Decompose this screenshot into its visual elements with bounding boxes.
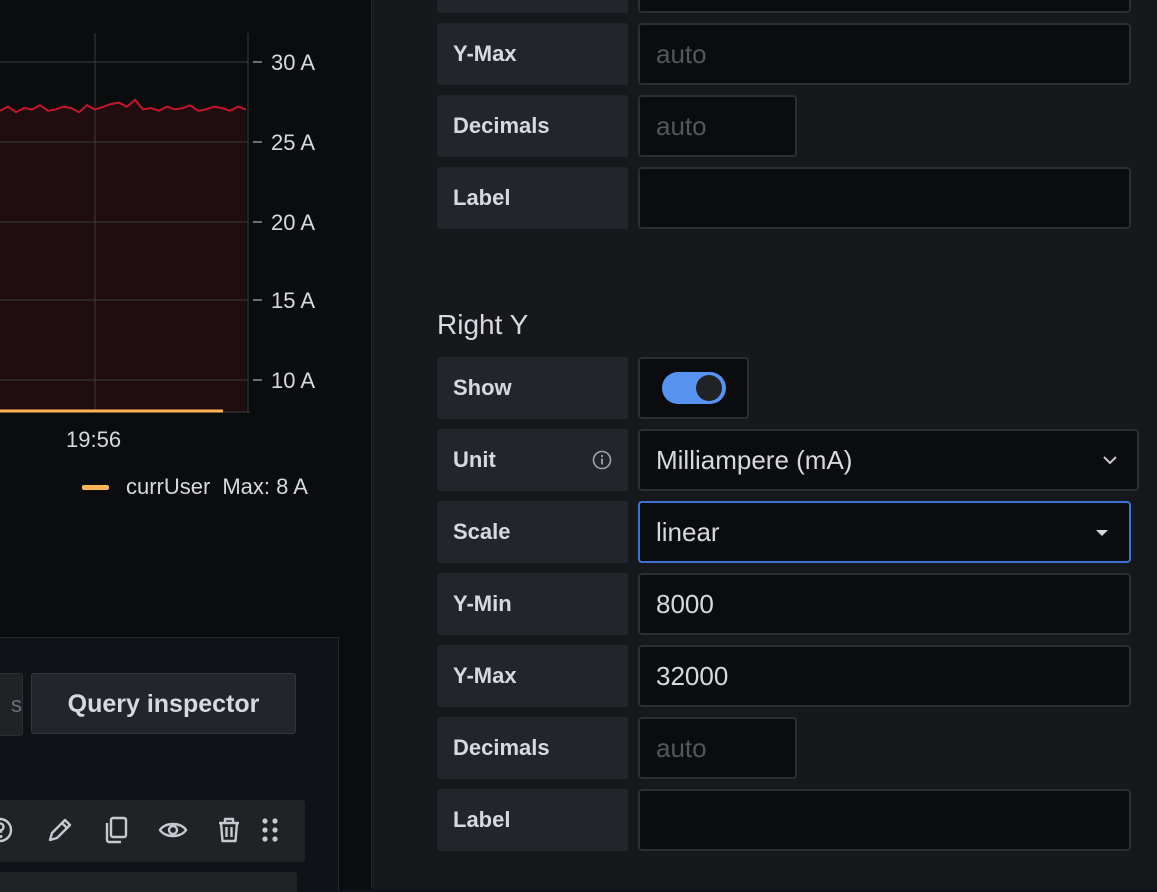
options-pane: Y-Max auto Decimals auto Label Right Y S…	[372, 0, 1157, 889]
unit-label: Unit	[453, 447, 496, 472]
right-label-input[interactable]	[638, 789, 1131, 851]
unit-select[interactable]: Milliampere (mA)	[638, 429, 1139, 491]
toggle-switch[interactable]	[662, 372, 726, 404]
right-y-section-title: Right Y	[437, 309, 529, 340]
eye-icon[interactable]	[157, 814, 189, 846]
copy-icon[interactable]	[100, 814, 132, 846]
help-icon[interactable]	[0, 814, 16, 846]
field-label: Unit	[437, 429, 628, 491]
y-tick-label: 20 A	[271, 210, 316, 235]
field-label: Label	[437, 789, 628, 851]
unit-select-value: Milliampere (mA)	[656, 445, 853, 475]
query-inspector-button[interactable]: Query inspector	[31, 673, 296, 734]
field-label	[437, 0, 628, 13]
series-area-fill	[0, 99, 246, 413]
query-tab-stub-label: s	[11, 692, 22, 717]
right-y-min-input[interactable]: 8000	[638, 573, 1131, 635]
field-label: Y-Min	[437, 573, 628, 635]
legend-max-value: Max: 8 A	[222, 474, 308, 499]
info-icon[interactable]	[591, 449, 613, 471]
right-decimals-input[interactable]: auto	[638, 717, 797, 779]
query-tab-stub[interactable]: s	[0, 673, 23, 736]
y-min-input-partial[interactable]	[638, 0, 1131, 13]
legend-color-swatch[interactable]	[82, 484, 109, 490]
y-tick-label: 10 A	[271, 368, 316, 393]
x-tick-label: 19:56	[66, 427, 122, 452]
left-label-input[interactable]	[638, 167, 1131, 229]
field-label: Y-Max	[437, 23, 628, 85]
graph-legend[interactable]: currUser Max: 8 A	[82, 474, 308, 500]
y-tick-label: 25 A	[271, 130, 316, 155]
query-panel: s Query inspector	[0, 637, 339, 892]
left-y-max-input[interactable]: auto	[638, 23, 1131, 85]
query-row-toolbar	[0, 800, 305, 862]
scale-select-value: linear	[656, 517, 720, 547]
field-label: Decimals	[437, 95, 628, 157]
chevron-down-icon	[1103, 456, 1117, 465]
field-label: Label	[437, 167, 628, 229]
graph-panel: 30 A 25 A 20 A 15 A 10 A 19:56 currUser …	[0, 0, 371, 892]
field-label: Scale	[437, 501, 628, 563]
graph-plot	[0, 33, 262, 413]
y-tick-label: 30 A	[271, 50, 316, 75]
query-row-stub	[0, 872, 297, 892]
trash-icon[interactable]	[213, 814, 245, 846]
show-toggle[interactable]	[638, 357, 749, 419]
field-label: Decimals	[437, 717, 628, 779]
field-label: Y-Max	[437, 645, 628, 707]
edit-icon[interactable]	[44, 814, 76, 846]
legend-series-name[interactable]: currUser	[126, 474, 210, 500]
drag-handle-icon[interactable]	[254, 814, 286, 846]
scale-select[interactable]: linear	[638, 501, 1131, 563]
field-label: Show	[437, 357, 628, 419]
right-y-max-input[interactable]: 32000	[638, 645, 1131, 707]
caret-down-icon	[1096, 530, 1108, 536]
left-decimals-input[interactable]: auto	[638, 95, 797, 157]
toggle-knob	[696, 375, 722, 401]
y-tick-label: 15 A	[271, 288, 316, 313]
